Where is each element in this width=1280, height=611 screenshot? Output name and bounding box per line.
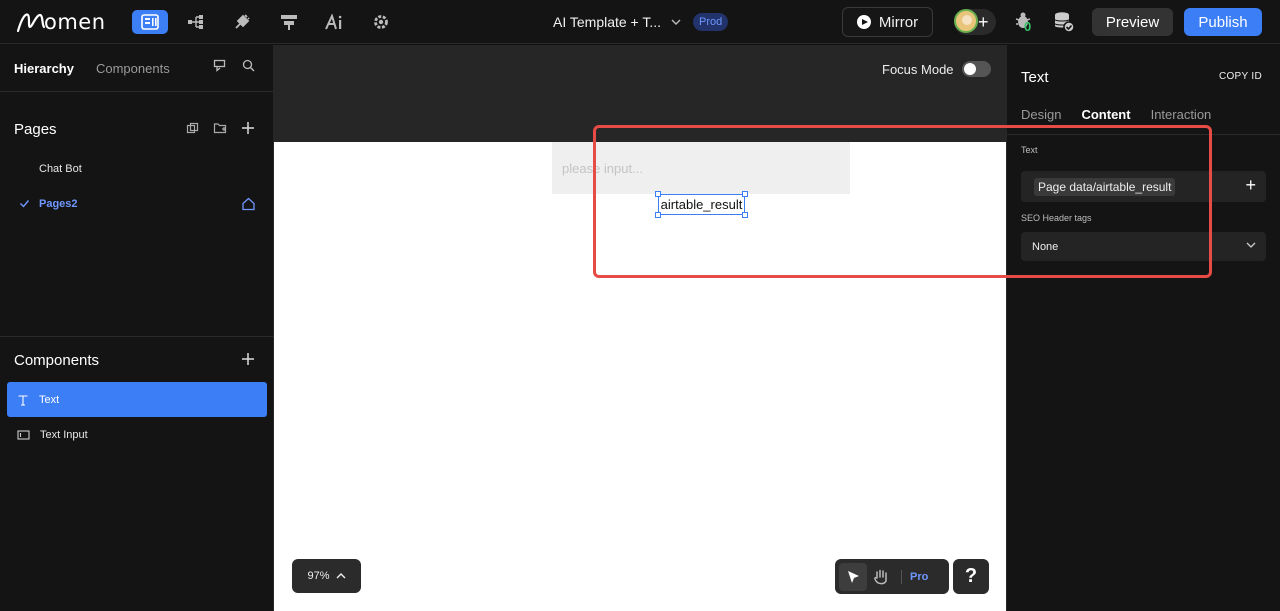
page-editor-icon xyxy=(141,14,159,30)
tab-interaction[interactable]: Interaction xyxy=(1151,107,1212,122)
resize-handle[interactable] xyxy=(742,212,748,218)
help-button[interactable]: ? xyxy=(953,559,989,594)
component-label: Text xyxy=(39,393,60,406)
page-item-chat-bot[interactable]: Chat Bot xyxy=(39,163,82,175)
avatar xyxy=(954,9,978,33)
text-input-component[interactable]: please input... xyxy=(552,142,850,194)
hand-tool[interactable] xyxy=(867,563,895,591)
plugin-button[interactable] xyxy=(224,10,260,34)
plugin-icon xyxy=(235,14,250,29)
hand-icon xyxy=(874,569,887,584)
pages-tools xyxy=(186,121,255,135)
text-field-label: Text xyxy=(1021,145,1038,155)
focus-mode-toggle[interactable] xyxy=(961,61,991,77)
component-item-text[interactable]: Text xyxy=(7,382,267,417)
tab-components[interactable]: Components xyxy=(96,61,170,76)
environment-badge: Prod xyxy=(693,13,729,31)
page-editor-button[interactable] xyxy=(132,10,168,34)
components-tools xyxy=(241,352,255,366)
tab-hierarchy[interactable]: Hierarchy xyxy=(14,61,74,76)
add-component-icon[interactable] xyxy=(241,352,255,366)
add-binding-icon[interactable]: + xyxy=(1245,176,1256,194)
divider xyxy=(1007,134,1280,135)
chevron-up-icon xyxy=(336,573,346,579)
project-selector[interactable]: AI Template + T... Prod xyxy=(553,13,729,31)
publish-button[interactable]: Publish xyxy=(1184,8,1262,36)
settings-button[interactable] xyxy=(363,10,399,34)
resize-handle[interactable] xyxy=(742,191,748,197)
copy-id-button[interactable]: COPY ID xyxy=(1219,71,1262,82)
inspector-tabs: Design Content Interaction xyxy=(1021,107,1211,122)
tab-design[interactable]: Design xyxy=(1021,107,1061,122)
project-title: AI Template + T... xyxy=(553,14,662,30)
text-binding-field[interactable]: Page data/airtable_result + xyxy=(1021,171,1266,202)
feedback-icon[interactable] xyxy=(213,59,226,72)
flow-button[interactable] xyxy=(178,10,214,34)
gear-icon xyxy=(374,15,388,29)
data-binding-chip[interactable]: Page data/airtable_result xyxy=(1034,178,1176,196)
canvas-tools: Pro xyxy=(835,559,949,594)
play-icon xyxy=(856,15,871,29)
select-tool[interactable] xyxy=(839,562,867,591)
flow-icon xyxy=(188,15,203,29)
text-input-type-icon xyxy=(17,429,30,440)
ai-button[interactable] xyxy=(317,10,353,34)
canvas-page[interactable]: please input... airtable_result xyxy=(274,142,1006,611)
right-panel: Text COPY ID Design Content Interaction … xyxy=(1006,45,1280,611)
selected-text-component[interactable]: airtable_result xyxy=(658,194,745,215)
logo-text: omen xyxy=(44,10,106,34)
resize-handle[interactable] xyxy=(655,212,661,218)
add-page-icon[interactable] xyxy=(241,121,255,135)
collaborators[interactable]: + xyxy=(954,9,996,35)
component-label: Text Input xyxy=(40,428,88,441)
search-icon[interactable] xyxy=(242,59,255,72)
seo-field-label: SEO Header tags xyxy=(1021,213,1092,223)
left-panel-tabs: Hierarchy Components xyxy=(14,61,170,76)
components-title: Components xyxy=(14,352,100,369)
left-panel-tools xyxy=(213,59,255,72)
divider xyxy=(901,569,902,584)
cursor-icon xyxy=(848,570,859,583)
layout-button[interactable] xyxy=(271,10,307,34)
add-folder-icon[interactable] xyxy=(213,121,227,135)
mirror-label: Mirror xyxy=(878,13,919,31)
tab-content[interactable]: Content xyxy=(1081,107,1130,122)
focus-mode-label: Focus Mode xyxy=(882,61,954,77)
chevron-down-icon xyxy=(1246,242,1256,248)
canvas-area: Focus Mode please input... airtable_resu… xyxy=(274,45,1006,611)
ai-icon xyxy=(325,14,342,30)
left-panel: Hierarchy Components Pages Chat Bot Page… xyxy=(0,45,274,611)
pro-badge[interactable]: Pro xyxy=(910,571,928,583)
input-placeholder: please input... xyxy=(562,161,643,176)
logo-mark-icon xyxy=(16,13,46,33)
momen-logo[interactable]: omen xyxy=(16,9,106,35)
seo-header-select[interactable]: None xyxy=(1021,232,1266,261)
top-bar: omen AI Template + T... Prod Mirror + 0 … xyxy=(0,0,1280,44)
inspector-title: Text xyxy=(1021,69,1049,86)
resize-handle[interactable] xyxy=(655,191,661,197)
zoom-level: 97% xyxy=(307,570,330,582)
divider xyxy=(0,91,274,92)
focus-mode-control: Focus Mode xyxy=(882,61,991,77)
component-item-text-input[interactable]: Text Input xyxy=(7,417,267,452)
text-type-icon xyxy=(18,394,28,406)
page-item-pages2[interactable]: Pages2 xyxy=(39,198,78,210)
seo-header-value: None xyxy=(1032,240,1059,253)
layout-icon xyxy=(281,15,297,30)
chevron-down-icon xyxy=(671,19,681,25)
check-icon xyxy=(20,200,30,208)
pages-title: Pages xyxy=(14,121,57,138)
divider xyxy=(0,336,274,337)
duplicate-icon[interactable] xyxy=(186,122,199,135)
add-collaborator-icon[interactable]: + xyxy=(978,13,989,31)
preview-button[interactable]: Preview xyxy=(1092,8,1173,36)
home-icon[interactable] xyxy=(241,197,256,211)
database-icon[interactable] xyxy=(1053,11,1075,33)
mirror-button[interactable]: Mirror xyxy=(842,7,933,37)
zoom-control[interactable]: 97% xyxy=(292,559,361,593)
debug-count: 0 xyxy=(1024,19,1032,34)
